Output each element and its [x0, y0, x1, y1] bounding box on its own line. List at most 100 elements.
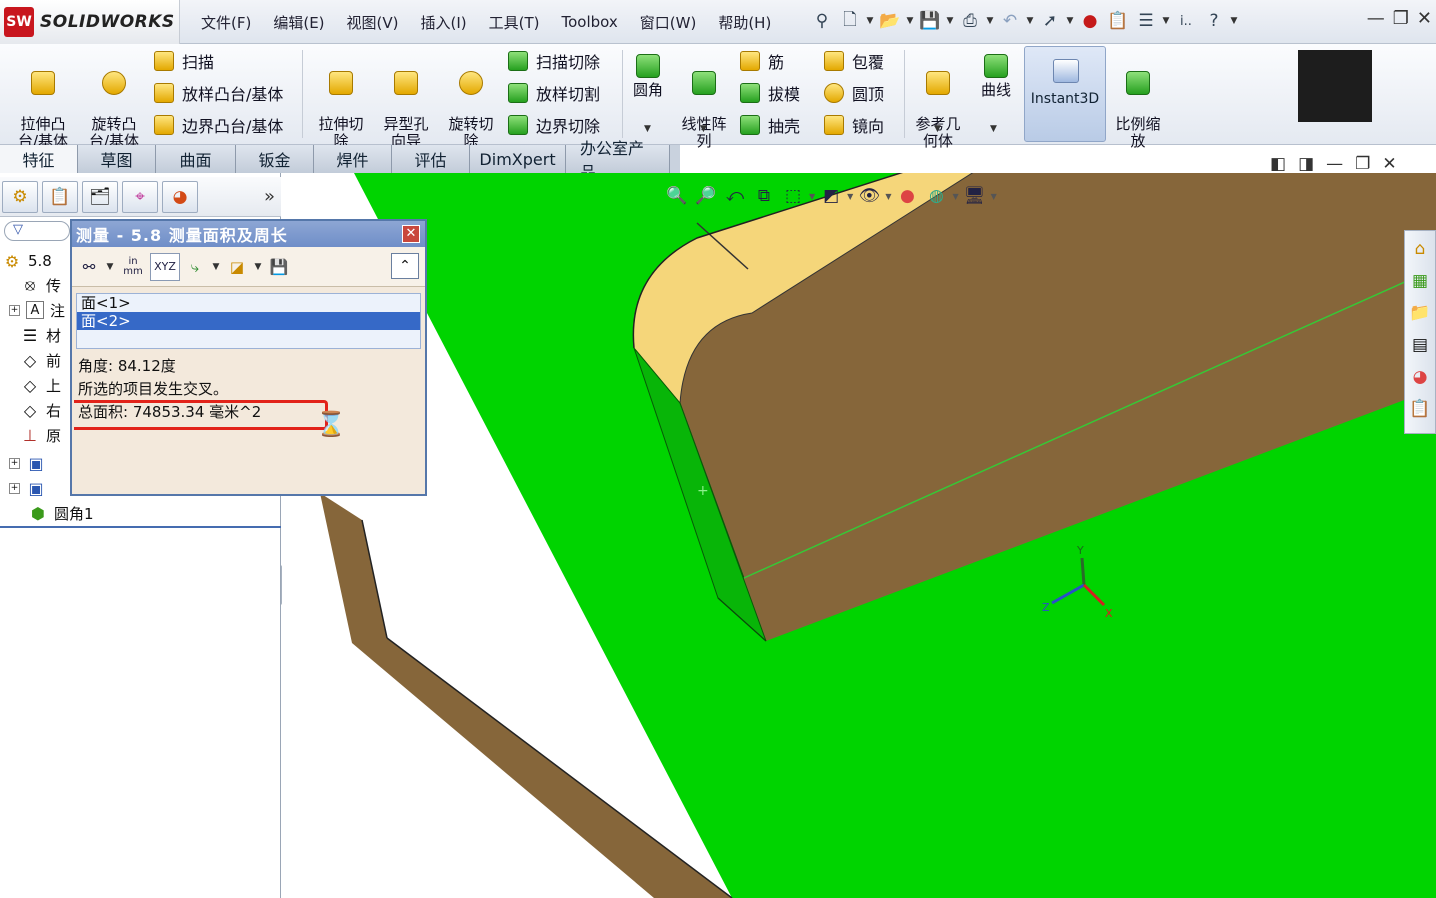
- extrude-boss-button[interactable]: 拉伸凸 台/基体: [13, 54, 73, 150]
- tab-dimxpert[interactable]: DimXpert: [470, 145, 566, 173]
- help-dropdown-icon[interactable]: ▼: [1228, 16, 1240, 26]
- loft-button[interactable]: 放样凸台/基体: [154, 80, 283, 106]
- tree-root[interactable]: ⚙ 5.8: [2, 249, 52, 273]
- previous-view-icon[interactable]: ⤺: [722, 184, 748, 208]
- arc-circle-measurement-icon[interactable]: ⚯: [76, 253, 102, 281]
- rib-button[interactable]: 筋: [740, 48, 784, 74]
- view-orientation-icon[interactable]: ⬚: [780, 184, 806, 208]
- units-precision-button[interactable]: in mm: [118, 253, 148, 281]
- new-dropdown-icon[interactable]: ▼: [864, 16, 876, 26]
- select-pointer-icon[interactable]: ➚: [1036, 7, 1064, 35]
- edit-appearance-icon[interactable]: ●: [894, 184, 920, 208]
- undo-icon[interactable]: ↶: [996, 7, 1024, 35]
- viewport-close-icon[interactable]: ✕: [1382, 154, 1396, 174]
- rebuild-traffic-light-icon[interactable]: ●: [1076, 7, 1104, 35]
- swept-cut-button[interactable]: 扫描切除: [508, 48, 600, 74]
- configuration-manager-tab-icon[interactable]: 🗂: [82, 180, 118, 213]
- point-to-point-icon[interactable]: ⤷: [182, 253, 208, 281]
- graphics-viewport[interactable]: + Y Z X: [282, 173, 1436, 898]
- tab-office-products[interactable]: 办公室产品: [566, 139, 670, 182]
- open-dropdown-icon[interactable]: ▼: [904, 16, 916, 26]
- viewport-restore-icon[interactable]: ❐: [1355, 154, 1370, 174]
- save-dropdown-icon[interactable]: ▼: [944, 16, 956, 26]
- menu-insert[interactable]: 插入(I): [410, 12, 478, 33]
- display-style-dropdown-icon[interactable]: ▼: [847, 192, 853, 201]
- menu-view[interactable]: 视图(V): [336, 12, 410, 33]
- tree-item-extrude-2[interactable]: + ▣: [0, 476, 52, 500]
- apply-scene-icon[interactable]: ◍: [923, 184, 949, 208]
- curves-dropdown-icon[interactable]: ▼: [990, 124, 997, 134]
- create-sensor-save-icon[interactable]: 💾: [266, 253, 292, 281]
- hide-show-dropdown-icon[interactable]: ▼: [885, 192, 891, 201]
- measure-close-icon[interactable]: ✕: [402, 225, 420, 243]
- viewport-minimize-icon[interactable]: —: [1326, 154, 1343, 174]
- tree-item-right-plane[interactable]: ◇ 右: [20, 398, 61, 422]
- collapse-dialog-icon[interactable]: ⌃: [391, 253, 419, 279]
- mirror-button[interactable]: 镜向: [824, 112, 884, 138]
- revolve-boss-button[interactable]: 旋转凸 台/基体: [84, 54, 144, 150]
- selection-item[interactable]: 面<1>: [77, 294, 420, 312]
- expand-icon[interactable]: +: [9, 304, 20, 316]
- view-settings-dropdown-icon[interactable]: ▼: [991, 192, 997, 201]
- custom-properties-icon[interactable]: 📋: [1407, 395, 1433, 423]
- zoom-to-fit-icon[interactable]: 🔍: [664, 184, 690, 208]
- pin-icon[interactable]: ⚲: [808, 7, 836, 35]
- projected-dropdown-icon[interactable]: ▼: [252, 262, 264, 272]
- menu-tools[interactable]: 工具(T): [478, 12, 551, 33]
- open-folder-icon[interactable]: 📂: [876, 7, 904, 35]
- help-icon[interactable]: ?: [1200, 7, 1228, 35]
- tree-item-fillet-1[interactable]: ⬢ 圆角1: [28, 501, 94, 525]
- draft-button[interactable]: 拔模: [740, 80, 800, 106]
- tab-sketch[interactable]: 草图: [78, 145, 156, 173]
- tree-item-material[interactable]: ☰ 材: [20, 323, 61, 347]
- sweep-button[interactable]: 扫描: [154, 48, 214, 74]
- menu-window[interactable]: 窗口(W): [629, 12, 708, 33]
- print-icon[interactable]: ⎙: [956, 7, 984, 35]
- wrap-button[interactable]: 包覆: [824, 48, 884, 74]
- tab-evaluate[interactable]: 评估: [392, 145, 470, 173]
- hole-wizard-button[interactable]: 异型孔 向导: [376, 54, 436, 150]
- boundary-boss-button[interactable]: 边界凸台/基体: [154, 112, 283, 138]
- zoom-to-area-icon[interactable]: 🔎: [693, 184, 719, 208]
- view-settings-icon[interactable]: 🖥: [962, 184, 988, 208]
- solidworks-resources-home-icon[interactable]: ⌂: [1407, 235, 1433, 263]
- curves-button[interactable]: 曲线: [966, 54, 1026, 99]
- tree-item-origin[interactable]: ⊥ 原: [20, 423, 61, 447]
- section-view-icon[interactable]: ⧉: [751, 184, 777, 208]
- options-icon[interactable]: ☰: [1132, 7, 1160, 35]
- minimize-icon[interactable]: —: [1367, 8, 1385, 29]
- pattern-dropdown-icon[interactable]: ▼: [700, 124, 707, 134]
- tab-weldments[interactable]: 焊件: [314, 145, 392, 173]
- display-manager-tab-icon[interactable]: ◕: [162, 180, 198, 213]
- select-dropdown-icon[interactable]: ▼: [1064, 16, 1076, 26]
- projected-on-icon[interactable]: ◪: [224, 253, 250, 281]
- display-style-icon[interactable]: ◩: [818, 184, 844, 208]
- dome-button[interactable]: 圆顶: [824, 80, 884, 106]
- selection-item-selected[interactable]: 面<2>: [77, 312, 420, 330]
- tree-item-extrude-1[interactable]: + ▣: [0, 451, 52, 475]
- previous-view-icon[interactable]: ◧: [1270, 154, 1286, 174]
- fillet-button[interactable]: 圆角: [618, 54, 678, 99]
- file-properties-icon[interactable]: 📋: [1104, 7, 1132, 35]
- options-dropdown-icon[interactable]: ▼: [1160, 16, 1172, 26]
- appearances-scenes-icon[interactable]: ◕: [1407, 363, 1433, 391]
- tab-sheet-metal[interactable]: 钣金: [236, 145, 314, 173]
- shell-button[interactable]: 抽壳: [740, 112, 800, 138]
- more-tabs-chevron-icon[interactable]: »: [264, 186, 275, 207]
- property-manager-tab-icon[interactable]: 📋: [42, 180, 78, 213]
- tree-item-annotations[interactable]: + A注: [0, 298, 65, 322]
- expand-icon[interactable]: +: [9, 482, 20, 494]
- reference-geometry-button[interactable]: 参考几 何体: [908, 54, 968, 150]
- measure-dialog-title[interactable]: 测量 - 5.8 测量面积及周长: [72, 221, 425, 247]
- save-icon[interactable]: 💾: [916, 7, 944, 35]
- print-dropdown-icon[interactable]: ▼: [984, 16, 996, 26]
- scene-dropdown-icon[interactable]: ▼: [952, 192, 958, 201]
- close-icon[interactable]: ✕: [1417, 8, 1432, 29]
- instant3d-button[interactable]: Instant3D: [1024, 46, 1106, 142]
- feature-manager-tab-icon[interactable]: ⚙: [2, 180, 38, 213]
- point-dropdown-icon[interactable]: ▼: [210, 262, 222, 272]
- design-library-icon[interactable]: ▦: [1407, 267, 1433, 295]
- selection-list[interactable]: 面<1> 面<2>: [76, 293, 421, 349]
- undo-dropdown-icon[interactable]: ▼: [1024, 16, 1036, 26]
- hide-show-items-icon[interactable]: 👁: [856, 184, 882, 208]
